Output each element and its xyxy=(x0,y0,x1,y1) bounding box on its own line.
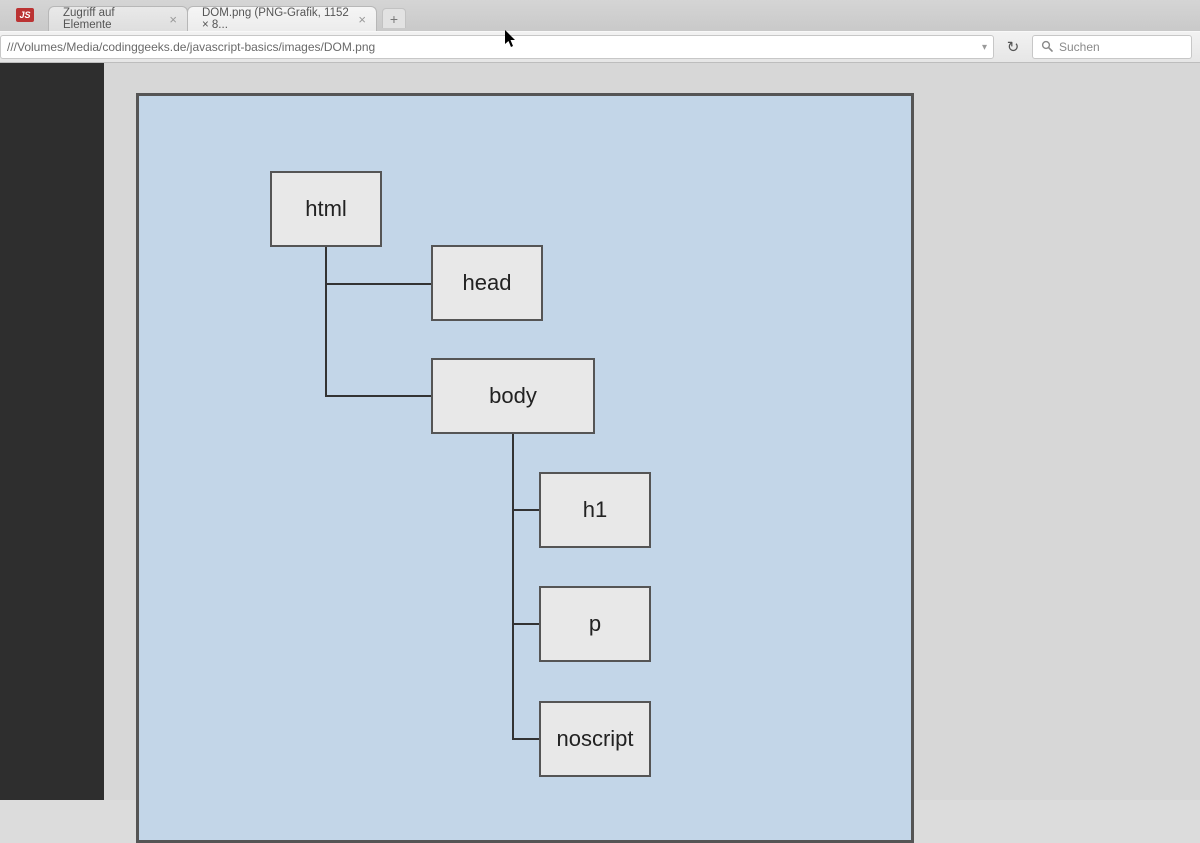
edge xyxy=(512,738,539,740)
tab-active[interactable]: DOM.png (PNG-Grafik, 1152 × 8... × xyxy=(187,6,377,31)
edge xyxy=(325,247,327,397)
edge xyxy=(325,395,431,397)
viewport: html head body h1 p noscript xyxy=(0,63,1200,800)
node-p: p xyxy=(539,586,651,662)
edge xyxy=(512,509,539,511)
edge xyxy=(325,283,431,285)
dom-tree-diagram: html head body h1 p noscript xyxy=(136,93,914,843)
reload-button[interactable]: ↻ xyxy=(1000,35,1026,59)
content-area[interactable]: html head body h1 p noscript xyxy=(104,63,1200,800)
close-icon[interactable]: × xyxy=(358,13,366,26)
url-text: ///Volumes/Media/codinggeeks.de/javascri… xyxy=(7,40,375,54)
browser-chrome: JS Zugriff auf Elemente × DOM.png (PNG-G… xyxy=(0,0,1200,800)
search-box[interactable]: Suchen xyxy=(1032,35,1192,59)
tab-label: Zugriff auf Elemente xyxy=(63,7,161,31)
search-icon xyxy=(1041,40,1053,55)
url-bar[interactable]: ///Volumes/Media/codinggeeks.de/javascri… xyxy=(0,35,994,59)
node-noscript: noscript xyxy=(539,701,651,777)
search-placeholder: Suchen xyxy=(1059,40,1100,54)
node-html: html xyxy=(270,171,382,247)
dropdown-icon[interactable]: ▾ xyxy=(976,42,987,53)
edge xyxy=(512,623,539,625)
tab-label: DOM.png (PNG-Grafik, 1152 × 8... xyxy=(202,7,350,31)
image-letterbox-left xyxy=(0,63,104,800)
close-icon[interactable]: × xyxy=(169,13,177,26)
new-tab-button[interactable]: + xyxy=(382,8,406,28)
edge xyxy=(512,434,514,740)
tab-strip: JS Zugriff auf Elemente × DOM.png (PNG-G… xyxy=(0,0,1200,31)
navigation-toolbar: ///Volumes/Media/codinggeeks.de/javascri… xyxy=(0,31,1200,63)
node-body: body xyxy=(431,358,595,434)
tab-inactive[interactable]: Zugriff auf Elemente × xyxy=(48,6,188,31)
node-h1: h1 xyxy=(539,472,651,548)
app-favicon: JS xyxy=(16,8,34,22)
node-head: head xyxy=(431,245,543,321)
